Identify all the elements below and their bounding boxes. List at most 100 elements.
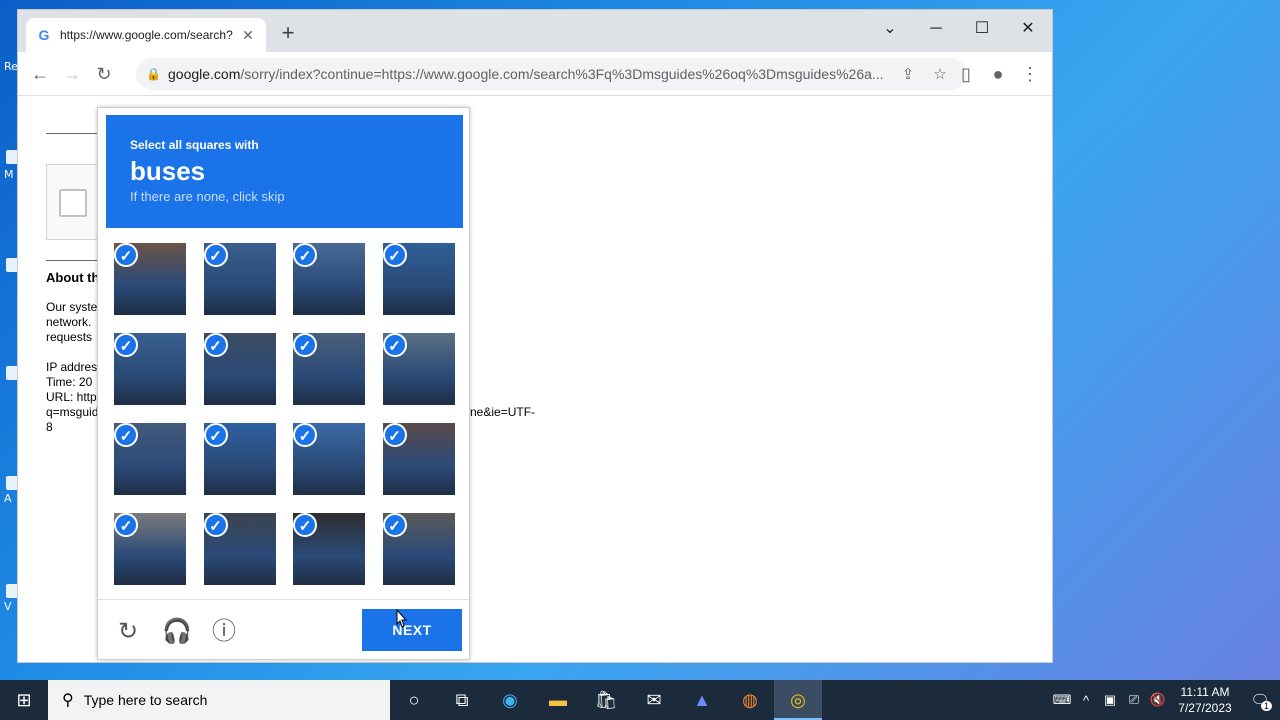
close-window-button[interactable]: ✕: [1008, 14, 1048, 44]
share-icon[interactable]: ⇪: [892, 65, 924, 83]
clock[interactable]: 11:11 AM 7/27/2023: [1170, 684, 1240, 716]
reload-button[interactable]: ↻: [90, 60, 118, 88]
info-line: IP addres: [46, 360, 98, 374]
input-keyboard-icon[interactable]: ⌨: [1050, 692, 1074, 708]
forward-button[interactable]: →: [58, 60, 86, 88]
selected-checkmark-icon: ✓: [203, 243, 228, 267]
captcha-tile[interactable]: ✓: [293, 333, 365, 405]
store-bag-icon[interactable]: 🛍: [582, 680, 630, 720]
tab-google-search[interactable]: G https://www.google.com/search? ✕: [26, 18, 266, 52]
search-icon: ⚲: [62, 692, 74, 709]
search-placeholder: Type here to search: [83, 692, 208, 708]
new-tab-button[interactable]: +: [276, 22, 300, 46]
captcha-header: Select all squares with buses If there a…: [106, 115, 463, 228]
desktop-label-2: M: [4, 168, 14, 181]
cortana-circle-icon[interactable]: ○: [390, 680, 438, 720]
selected-checkmark-icon: ✓: [382, 513, 407, 537]
edge-browser-icon[interactable]: ◉: [486, 680, 534, 720]
selected-checkmark-icon: ✓: [114, 333, 138, 357]
info-icon[interactable]: ⓘ: [210, 618, 238, 646]
captcha-tile[interactable]: ✓: [114, 243, 186, 315]
captcha-tile[interactable]: ✓: [382, 423, 455, 495]
task-view-icon[interactable]: ⧉: [438, 680, 486, 720]
info-line: q=msguid: [46, 405, 99, 419]
tab-strip: G https://www.google.com/search? ✕ + ⌄ ─…: [18, 10, 1052, 52]
info-line: 8: [46, 420, 53, 434]
captcha-tile[interactable]: ✓: [203, 333, 276, 405]
app-icon[interactable]: ▲: [678, 680, 726, 720]
captcha-tile[interactable]: ✓: [114, 423, 186, 495]
captcha-tile[interactable]: ✓: [293, 243, 365, 315]
taskbar-search-box[interactable]: ⚲ Type here to search: [48, 680, 390, 720]
selected-checkmark-icon: ✓: [382, 333, 407, 357]
selected-checkmark-icon: ✓: [382, 423, 407, 447]
desktop-label-4: V: [4, 600, 12, 613]
captcha-tile[interactable]: ✓: [114, 513, 186, 585]
selected-checkmark-icon: ✓: [293, 333, 317, 357]
divider: [98, 599, 469, 600]
selected-checkmark-icon: ✓: [293, 243, 317, 267]
url-text[interactable]: google.com/sorry/index?continue=https://…: [168, 66, 892, 82]
address-bar[interactable]: 🔒 google.com/sorry/index?continue=https:…: [136, 58, 966, 90]
info-block: IP addres Time: 20 URL: http q=msguid 8: [46, 360, 98, 435]
network-icon[interactable]: ⎚: [1122, 692, 1146, 708]
desktop-label-3: A: [4, 492, 12, 505]
file-explorer-icon[interactable]: ▬: [534, 680, 582, 720]
volume-muted-icon[interactable]: 🔇: [1146, 692, 1170, 708]
google-favicon-icon: G: [38, 27, 50, 43]
tab-search-chevron-icon[interactable]: ⌄: [870, 14, 910, 44]
captcha-tile[interactable]: ✓: [382, 513, 455, 585]
system-tray: ⌨ ^ ▣ ⎚ 🔇 11:11 AM 7/27/2023 🗨 1: [1050, 680, 1280, 720]
captcha-tile[interactable]: ✓: [293, 513, 365, 585]
selected-checkmark-icon: ✓: [293, 513, 317, 537]
about-heading: About th: [46, 270, 100, 285]
next-button[interactable]: NEXT: [362, 609, 462, 651]
selected-checkmark-icon: ✓: [203, 423, 228, 447]
captcha-tile[interactable]: ✓: [293, 423, 365, 495]
menu-kebab-icon[interactable]: ⋮: [1016, 60, 1044, 88]
mouse-pointer-icon: [396, 609, 408, 628]
selected-checkmark-icon: ✓: [382, 243, 407, 267]
side-panel-icon[interactable]: ▯: [952, 60, 980, 88]
clock-time: 11:11 AM: [1180, 685, 1230, 699]
captcha-target: buses: [130, 156, 206, 186]
start-windows-icon[interactable]: ⊞: [0, 680, 48, 720]
url-tail-text: ne&ie=UTF-: [470, 405, 536, 419]
lock-icon[interactable]: 🔒: [146, 67, 161, 81]
captcha-tile[interactable]: ✓: [382, 333, 455, 405]
notification-count: 1: [1260, 701, 1272, 711]
captcha-tile[interactable]: ✓: [203, 513, 276, 585]
selected-checkmark-icon: ✓: [114, 243, 138, 267]
selected-checkmark-icon: ✓: [203, 333, 228, 357]
audio-challenge-headphones-icon[interactable]: 🎧: [162, 618, 192, 646]
mail-envelope-icon[interactable]: ✉: [630, 680, 678, 720]
maximize-button[interactable]: ☐: [962, 14, 1002, 44]
minimize-button[interactable]: ─: [916, 14, 956, 44]
notifications-icon[interactable]: 🗨 1: [1240, 691, 1280, 711]
tab-title: https://www.google.com/search?: [60, 28, 233, 42]
chevron-up-icon[interactable]: ^: [1074, 693, 1098, 708]
info-line: Time: 20: [46, 375, 93, 389]
firefox-icon[interactable]: ◍: [726, 680, 774, 720]
clock-date: 7/27/2023: [1178, 701, 1232, 715]
captcha-instruction: Select all squares with: [130, 138, 259, 152]
tab-close-icon[interactable]: ✕: [240, 27, 256, 44]
captcha-tile[interactable]: ✓: [203, 423, 276, 495]
selected-checkmark-icon: ✓: [114, 423, 138, 447]
recaptcha-checkbox[interactable]: [59, 189, 87, 217]
reload-challenge-icon[interactable]: ↻: [114, 618, 142, 646]
browser-toolbar: ← → ↻ 🔒 google.com/sorry/index?continue=…: [18, 52, 1052, 96]
captcha-challenge: Select all squares with buses If there a…: [97, 107, 470, 660]
selected-checkmark-icon: ✓: [114, 513, 138, 537]
captcha-tile[interactable]: ✓: [203, 243, 276, 315]
captcha-tile[interactable]: ✓: [382, 243, 455, 315]
taskbar: ⊞ ⚲ Type here to search ○ ⧉ ◉ ▬ 🛍 ✉ ▲ ◍ …: [0, 680, 1280, 720]
captcha-image-grid: ✓ ✓ ✓ ✓ ✓ ✓ ✓ ✓ ✓ ✓ ✓ ✓ ✓ ✓ ✓ ✓: [114, 243, 455, 585]
profile-avatar-icon[interactable]: ●: [984, 60, 1012, 88]
info-line: URL: http: [46, 390, 97, 404]
captcha-tile[interactable]: ✓: [114, 333, 186, 405]
back-button[interactable]: ←: [26, 60, 54, 88]
meet-now-icon[interactable]: ▣: [1098, 692, 1122, 708]
captcha-subtext: If there are none, click skip: [130, 189, 285, 204]
chrome-icon[interactable]: ◎: [774, 680, 822, 720]
